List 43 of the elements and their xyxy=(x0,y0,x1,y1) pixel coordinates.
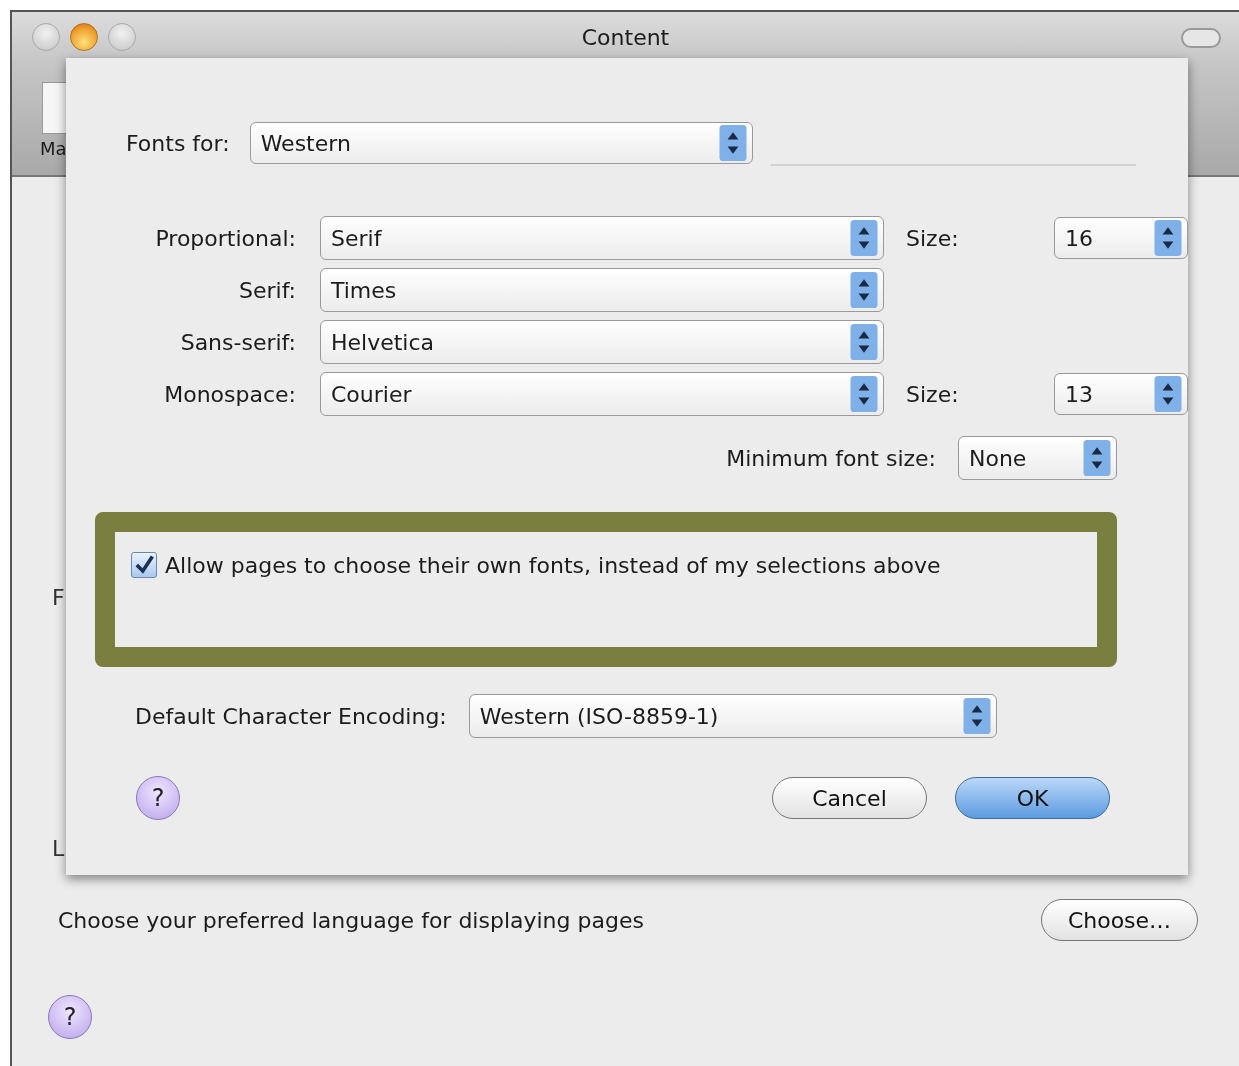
checkbox[interactable] xyxy=(131,552,157,578)
minimize-icon[interactable] xyxy=(32,23,60,51)
field-label: Minimum font size: xyxy=(726,445,936,471)
dropdown[interactable]: Courier xyxy=(320,372,884,416)
window-title: Content xyxy=(581,24,670,50)
dropdown[interactable]: Times xyxy=(320,268,884,312)
ok-button[interactable]: OK xyxy=(955,777,1110,819)
description-text: Choose your preferred language for displaying pages xyxy=(58,907,645,933)
dropdown[interactable]: 13 xyxy=(1054,373,1188,415)
field-label: Default Character Encoding: xyxy=(135,703,447,729)
toolbar-label[interactable]: Ma xyxy=(40,138,67,159)
cancel-button[interactable]: Cancel xyxy=(772,777,927,819)
up-down-arrows-icon xyxy=(1153,220,1183,256)
choose-button[interactable]: Choose… xyxy=(1041,899,1198,941)
field-label: Sans-serif: xyxy=(179,329,296,355)
dropdown[interactable]: Western (ISO-8859-1) xyxy=(468,694,997,738)
dropdown[interactable]: Serif xyxy=(320,216,884,260)
dropdown[interactable]: 16 xyxy=(1054,217,1188,259)
close-icon[interactable] xyxy=(70,23,98,51)
field-label: Serif: xyxy=(237,277,296,303)
field-label: Size: xyxy=(906,381,960,407)
dropdown[interactable]: Helvetica xyxy=(320,320,884,364)
dropdown[interactable]: None xyxy=(958,436,1117,480)
zoom-icon[interactable] xyxy=(108,23,136,51)
up-down-arrows-icon xyxy=(961,698,992,734)
up-down-arrows-icon xyxy=(849,272,879,308)
field-label: Monospace: xyxy=(163,381,296,407)
toolbar-toggle-icon[interactable] xyxy=(1181,28,1221,48)
field-label: Fonts for: xyxy=(126,130,230,156)
section-label: L xyxy=(52,836,65,861)
up-down-arrows-icon xyxy=(849,220,879,256)
up-down-arrows-icon xyxy=(1153,376,1183,412)
help-button[interactable]: ? xyxy=(136,776,180,820)
dropdown[interactable]: Western xyxy=(249,122,753,164)
checkbox-label: Allow pages to choose their own fonts, instead of my selections above xyxy=(165,552,941,578)
up-down-arrows-icon xyxy=(849,324,879,360)
field-label: Size: xyxy=(906,225,960,251)
help-button[interactable]: ? xyxy=(48,995,92,1039)
up-down-arrows-icon xyxy=(849,376,879,412)
field-label: Proportional: xyxy=(154,225,296,251)
up-down-arrows-icon xyxy=(1082,440,1112,476)
section-label: F xyxy=(52,585,65,610)
up-down-arrows-icon xyxy=(717,125,748,161)
